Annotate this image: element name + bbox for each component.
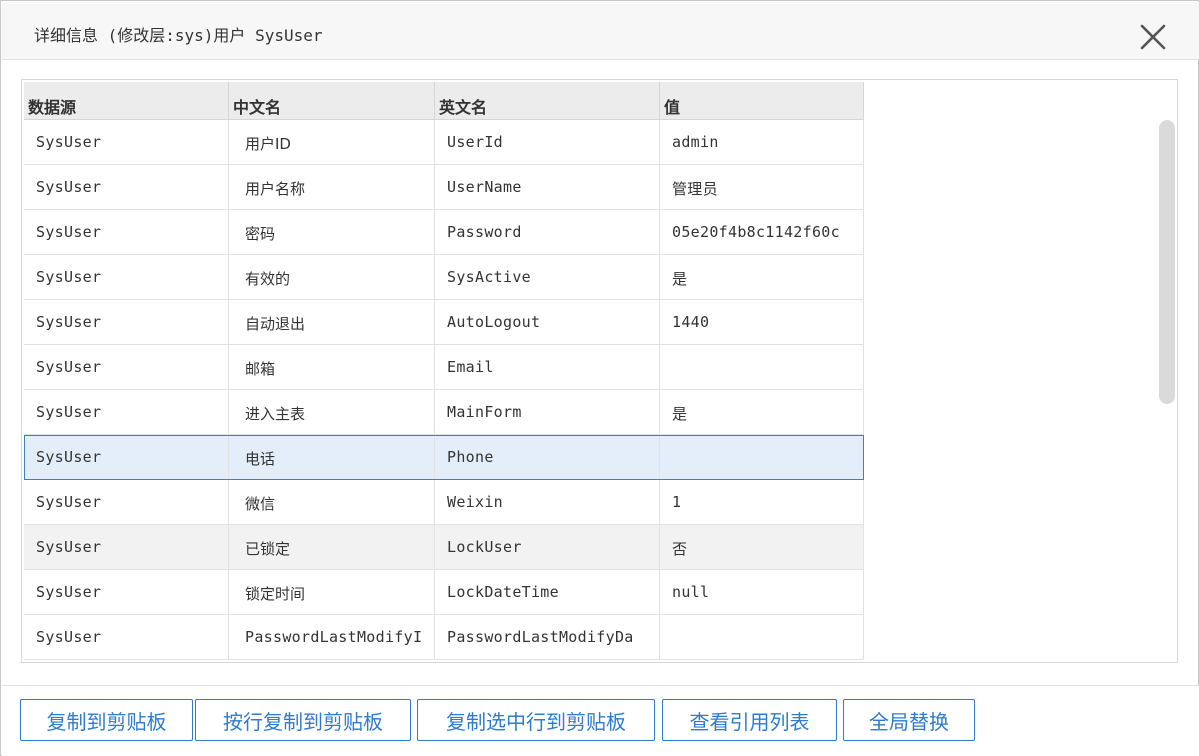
cell-chinese-name[interactable]: 已锁定 — [229, 525, 435, 569]
cell-source[interactable]: SysUser — [24, 480, 229, 524]
cell-source[interactable]: SysUser — [24, 615, 229, 659]
cell-value[interactable]: 是 — [660, 390, 864, 434]
cell-value[interactable] — [660, 435, 864, 479]
cell-value[interactable]: null — [660, 570, 864, 614]
cell-english-name[interactable]: LockDateTime — [435, 570, 660, 614]
vertical-scrollbar[interactable] — [1159, 120, 1175, 660]
cell-english-name[interactable]: Email — [435, 345, 660, 389]
close-x-icon — [1140, 24, 1166, 50]
cell-chinese-name[interactable]: 锁定时间 — [229, 570, 435, 614]
cell-value[interactable]: 管理员 — [660, 165, 864, 209]
cell-source[interactable]: SysUser — [24, 165, 229, 209]
cell-value[interactable] — [660, 345, 864, 389]
table-row[interactable]: SysUser 已锁定 LockUser 否 — [24, 525, 864, 570]
cell-source[interactable]: SysUser — [24, 300, 229, 344]
cell-value[interactable]: 1 — [660, 480, 864, 524]
dialog-title: 详细信息 (修改层:sys)用户 SysUser — [34, 26, 323, 45]
table-row[interactable]: SysUser 密码 Password 05e20f4b8c1142f60c — [24, 210, 864, 255]
cell-source[interactable]: SysUser — [24, 525, 229, 569]
table-row[interactable]: SysUser 锁定时间 LockDateTime null — [24, 570, 864, 615]
cell-english-name[interactable]: PasswordLastModifyDa — [435, 615, 660, 659]
cell-source[interactable]: SysUser — [24, 390, 229, 434]
cell-english-name[interactable]: SysActive — [435, 255, 660, 299]
cell-value[interactable]: 否 — [660, 525, 864, 569]
table-row[interactable]: SysUser 有效的 SysActive 是 — [24, 255, 864, 300]
grid-header: 数据源 中文名 英文名 值 — [24, 82, 864, 120]
cell-chinese-name[interactable]: 有效的 — [229, 255, 435, 299]
cell-english-name[interactable]: MainForm — [435, 390, 660, 434]
cell-source[interactable]: SysUser — [24, 570, 229, 614]
cell-source[interactable]: SysUser — [24, 210, 229, 254]
cell-value[interactable] — [660, 615, 864, 659]
global-replace-button[interactable]: 全局替换 — [843, 699, 975, 741]
copy-selected-rows-button[interactable]: 复制选中行到剪贴板 — [417, 699, 655, 741]
scrollbar-thumb[interactable] — [1159, 120, 1175, 404]
table-row[interactable]: SysUser 微信 Weixin 1 — [24, 480, 864, 525]
cell-chinese-name[interactable]: 电话 — [229, 435, 435, 479]
table-row[interactable]: SysUser 进入主表 MainForm 是 — [24, 390, 864, 435]
detail-grid: 数据源 中文名 英文名 值 SysUser 用户ID UserId admin SysU… — [21, 79, 1178, 663]
cell-value[interactable]: admin — [660, 120, 864, 164]
cell-source[interactable]: SysUser — [24, 345, 229, 389]
cell-source[interactable]: SysUser — [24, 255, 229, 299]
cell-chinese-name[interactable]: 自动退出 — [229, 300, 435, 344]
cell-value[interactable]: 05e20f4b8c1142f60c — [660, 210, 864, 254]
cell-english-name[interactable]: Password — [435, 210, 660, 254]
cell-source[interactable]: SysUser — [24, 120, 229, 164]
cell-value[interactable]: 是 — [660, 255, 864, 299]
cell-chinese-name[interactable]: 密码 — [229, 210, 435, 254]
table-row[interactable]: SysUser 邮箱 Email — [24, 345, 864, 390]
cell-chinese-name[interactable]: 邮箱 — [229, 345, 435, 389]
dialog-titlebar: 详细信息 (修改层:sys)用户 SysUser — [2, 2, 1199, 60]
detail-dialog: 详细信息 (修改层:sys)用户 SysUser 数据源 中文名 英文名 值 S… — [0, 0, 1199, 756]
copy-to-clipboard-button[interactable]: 复制到剪贴板 — [20, 699, 193, 741]
column-header-chinese-name[interactable]: 中文名 — [229, 82, 435, 120]
close-button[interactable] — [1136, 20, 1170, 54]
grid-body: SysUser 用户ID UserId admin SysUser 用户名称 UserNam… — [24, 120, 864, 660]
column-header-value[interactable]: 值 — [660, 82, 864, 120]
table-row[interactable]: SysUser PasswordLastModifyI PasswordLastMo… — [24, 615, 864, 660]
cell-english-name[interactable]: Phone — [435, 435, 660, 479]
cell-chinese-name[interactable]: 用户名称 — [229, 165, 435, 209]
cell-source[interactable]: SysUser — [24, 435, 229, 479]
table-row[interactable]: SysUser 电话 Phone — [24, 435, 864, 480]
copy-by-row-button[interactable]: 按行复制到剪贴板 — [195, 699, 411, 741]
dialog-footer: 复制到剪贴板 按行复制到剪贴板 复制选中行到剪贴板 查看引用列表 全局替换 — [2, 685, 1199, 756]
view-references-button[interactable]: 查看引用列表 — [662, 699, 837, 741]
cell-chinese-name[interactable]: 进入主表 — [229, 390, 435, 434]
cell-english-name[interactable]: UserId — [435, 120, 660, 164]
cell-chinese-name[interactable]: 用户ID — [229, 120, 435, 164]
column-header-english-name[interactable]: 英文名 — [435, 82, 660, 120]
table-row[interactable]: SysUser 用户ID UserId admin — [24, 120, 864, 165]
cell-english-name[interactable]: AutoLogout — [435, 300, 660, 344]
cell-english-name[interactable]: UserName — [435, 165, 660, 209]
cell-chinese-name[interactable]: PasswordLastModifyI — [229, 615, 435, 659]
table-row[interactable]: SysUser 自动退出 AutoLogout 1440 — [24, 300, 864, 345]
table-row[interactable]: SysUser 用户名称 UserName 管理员 — [24, 165, 864, 210]
cell-english-name[interactable]: LockUser — [435, 525, 660, 569]
column-header-source[interactable]: 数据源 — [24, 82, 229, 120]
cell-english-name[interactable]: Weixin — [435, 480, 660, 524]
cell-chinese-name[interactable]: 微信 — [229, 480, 435, 524]
cell-value[interactable]: 1440 — [660, 300, 864, 344]
